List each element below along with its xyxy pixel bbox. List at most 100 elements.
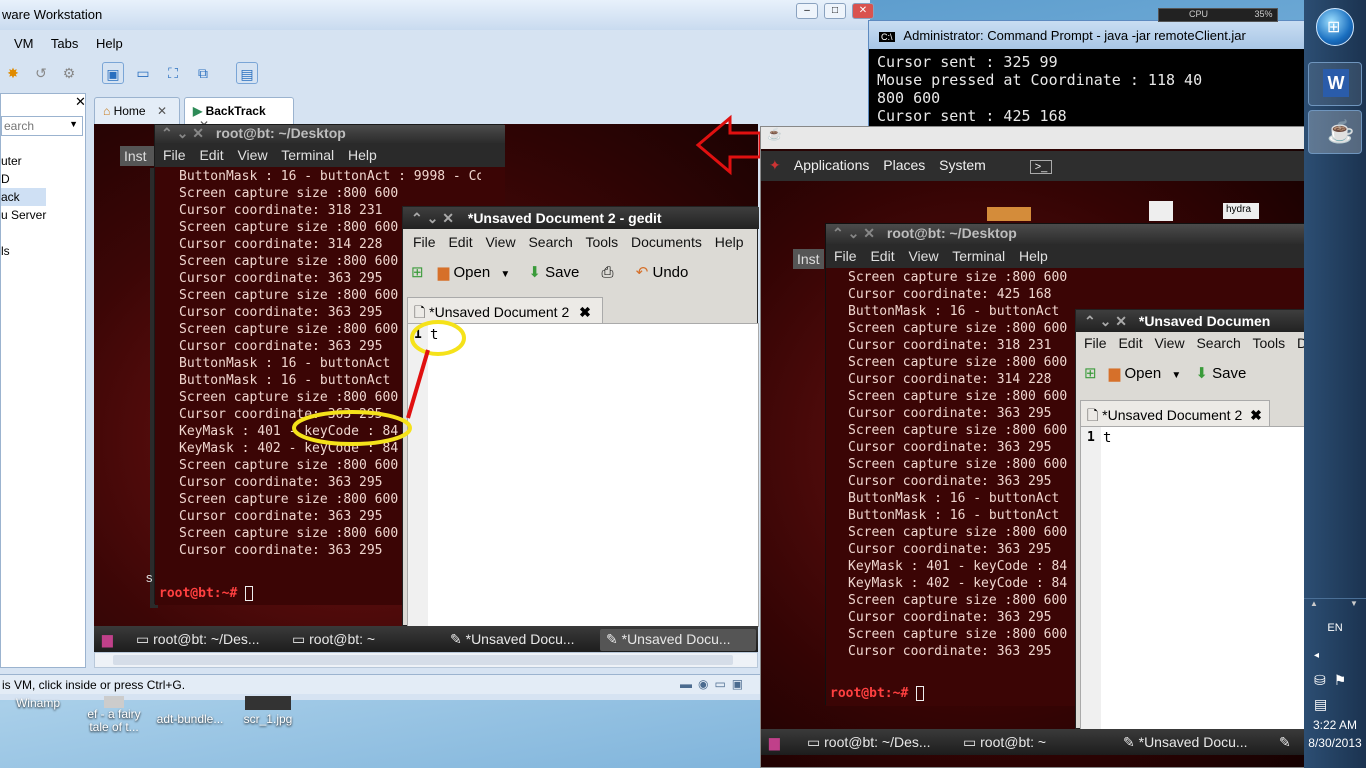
taskbar-java-button[interactable]: ☕ (1308, 110, 1362, 154)
start-button[interactable]: ⊞ (1316, 8, 1354, 46)
clock-time[interactable]: 3:22 AM (1304, 718, 1366, 732)
gedit-editor[interactable]: 1 t (1080, 426, 1308, 730)
cmd-icon: C:\ (879, 32, 895, 42)
taskbar-item-terminal[interactable]: ▭ root@bt: ~/Des... (801, 732, 951, 754)
desktop-icon-label: adt-bundle... (156, 712, 224, 726)
remote-terminal-title: root@bt: ~/Desktop (886, 225, 1017, 241)
menu-icon[interactable]: ▆ (763, 732, 786, 754)
gedit-titlebar: ⌃ ⌄ ✕ *Unsaved Documen (1076, 310, 1308, 332)
document-icon[interactable]: ✎ (1273, 732, 1297, 754)
word-icon: W (1323, 69, 1349, 97)
menu-help[interactable]: Help (1019, 248, 1048, 264)
menu-places[interactable]: Places (883, 157, 925, 173)
remote-window-titlebar: ☕ (761, 127, 1307, 149)
menu-system[interactable]: System (939, 157, 986, 173)
menu-file[interactable]: File (834, 248, 857, 264)
desktop-icon-adt-bundle[interactable]: adt-bundle... (152, 712, 228, 726)
taskbar-item-terminal[interactable]: ▭ root@bt: ~ (957, 732, 1107, 754)
cmd-title: Administrator: Command Prompt - java -ja… (903, 28, 1246, 43)
cmd-output[interactable]: Cursor sent : 325 99 Mouse pressed at Coo… (877, 53, 1297, 125)
output-line: Mouse pressed at Coordinate : 118 40 (877, 71, 1203, 89)
menu-edit[interactable]: Edit (870, 248, 894, 264)
document-icon: 🗋 (1087, 407, 1099, 423)
remote-terminal-titlebar: ⌃ ⌄ ✕ root@bt: ~/Desktop (826, 224, 1308, 244)
show-hidden-icons[interactable]: ◂ (1314, 650, 1319, 661)
annotation-circle (292, 410, 412, 446)
desktop-icon-video[interactable]: ef - a fairy tale of t... (84, 696, 144, 734)
desktop-icon-label: scr_1.jpg (243, 712, 293, 726)
output-line: Cursor coordinate: 425 168 (848, 287, 1052, 302)
text-cursor (916, 686, 925, 701)
menu-file[interactable]: File (1084, 335, 1107, 351)
open-button[interactable]: Open (1124, 365, 1161, 382)
terminal-icon: ▭ (963, 734, 977, 750)
menu-view[interactable]: View (908, 248, 938, 264)
gedit-document-tab[interactable]: 🗋 *Unsaved Document 2 ✖ (1080, 400, 1270, 426)
red-arrow-icon (695, 114, 762, 176)
network-icon[interactable]: ▤ (1314, 696, 1327, 713)
annotation-circle (410, 320, 466, 356)
terminal-icon: ▭ (807, 734, 821, 750)
close-tab-icon[interactable]: ✖ (1250, 407, 1262, 423)
cmd-titlebar: C:\ Administrator: Command Prompt - java… (869, 21, 1309, 49)
menu-applications[interactable]: Applications (794, 157, 870, 173)
menu-edit[interactable]: Edit (1118, 335, 1142, 351)
taskbar-item-gedit[interactable]: ✎ *Unsaved Docu... (1117, 732, 1267, 754)
remote-client-window: ☕ ✦ Applications Places System >_ hydra … (760, 126, 1308, 768)
menu-search[interactable]: Search (1196, 335, 1240, 351)
desktop-icon-winamp[interactable]: Winamp (12, 696, 64, 710)
window-controls-icon[interactable]: ⌃ ⌄ ✕ (832, 225, 875, 241)
taskbar-item-label: root@bt: ~ (980, 734, 1047, 750)
image-thumbnail-icon (245, 696, 291, 710)
windows-taskbar: ⊞ W ☕ ▲ ▼ EN ◂ ⛁⚑ ▤ 3:22 AM 8/30/2013 (1304, 0, 1366, 768)
cpu-gadget: CPU 35% (1158, 8, 1278, 22)
remote-guest-taskbar: ▆ ▭ root@bt: ~/Des... ▭ root@bt: ~ ✎ *Un… (761, 729, 1307, 755)
cpu-value: 35% (1254, 9, 1273, 19)
save-button[interactable]: Save (1212, 365, 1246, 382)
save-icon[interactable]: ⬇ (1195, 365, 1208, 382)
output-line: Cursor sent : 325 99 (877, 53, 1058, 71)
windows-logo-icon: ⊞ (1327, 19, 1341, 36)
line-number: 1 (1087, 430, 1095, 445)
open-icon[interactable]: ▆ (1109, 365, 1121, 382)
taskbar-word-button[interactable]: W (1308, 62, 1362, 106)
gedit-toolbar: ⊞ ▆ Open ▼ ⬇ Save (1076, 358, 1308, 392)
taskbar-scroll-arrows[interactable]: ▲ ▼ (1304, 598, 1366, 610)
cpu-label: CPU (1189, 9, 1209, 19)
chevron-up-icon[interactable]: ▲ (1310, 599, 1318, 608)
editor-text[interactable]: t (1103, 430, 1111, 446)
chevron-down-icon[interactable]: ▼ (1171, 370, 1181, 381)
cmd-window: C:\ Administrator: Command Prompt - java… (868, 20, 1309, 128)
window-controls-icon[interactable]: ⌃ ⌄ ✕ (1084, 313, 1127, 329)
new-document-icon[interactable]: ⊞ (1084, 365, 1097, 382)
output-line: Screen capture size :800 600 (848, 270, 1068, 285)
terminal-launcher-icon[interactable]: >_ (1029, 160, 1053, 174)
bg-window-label: Inst (793, 249, 824, 269)
annotation-overlay (292, 114, 762, 446)
file-icon[interactable] (1149, 201, 1173, 221)
taskbar-item-label: root@bt: ~/Des... (824, 734, 931, 750)
menu-tools[interactable]: Tools (1252, 335, 1285, 351)
document-icon: ✎ (1123, 734, 1135, 750)
gedit-menubar: File Edit View Search Tools Do (1076, 333, 1308, 355)
taskbar-item-label: *Unsaved Docu... (1138, 734, 1248, 750)
chevron-down-icon[interactable]: ▼ (1350, 599, 1358, 608)
desktop-icon-hydra[interactable]: hydra (1223, 203, 1259, 219)
desktop-icon-label: Winamp (15, 696, 60, 710)
menu-view[interactable]: View (1154, 335, 1184, 351)
menu-terminal[interactable]: Terminal (952, 248, 1005, 264)
output-line: Cursor sent : 425 168 (877, 107, 1067, 125)
desktop-icon-label: ef - a fairy tale of t... (87, 707, 141, 734)
folder-icon[interactable] (987, 207, 1031, 221)
clock-date[interactable]: 8/30/2013 (1304, 736, 1366, 750)
terminal-prompt: root@bt:~# (830, 686, 909, 701)
document-tab-label: *Unsaved Document 2 (1102, 407, 1243, 423)
gedit-title: *Unsaved Documen (1138, 313, 1271, 329)
output-line: 800 600 (877, 89, 941, 107)
desktop-icon-scr[interactable]: scr_1.jpg (238, 696, 298, 726)
language-indicator[interactable]: EN (1304, 622, 1366, 634)
tray-icons[interactable]: ⛁⚑ (1314, 672, 1354, 689)
line-number-gutter (1081, 427, 1101, 729)
remote-panel: ✦ Applications Places System >_ (761, 151, 1307, 181)
java-icon: ☕ (1327, 119, 1355, 144)
